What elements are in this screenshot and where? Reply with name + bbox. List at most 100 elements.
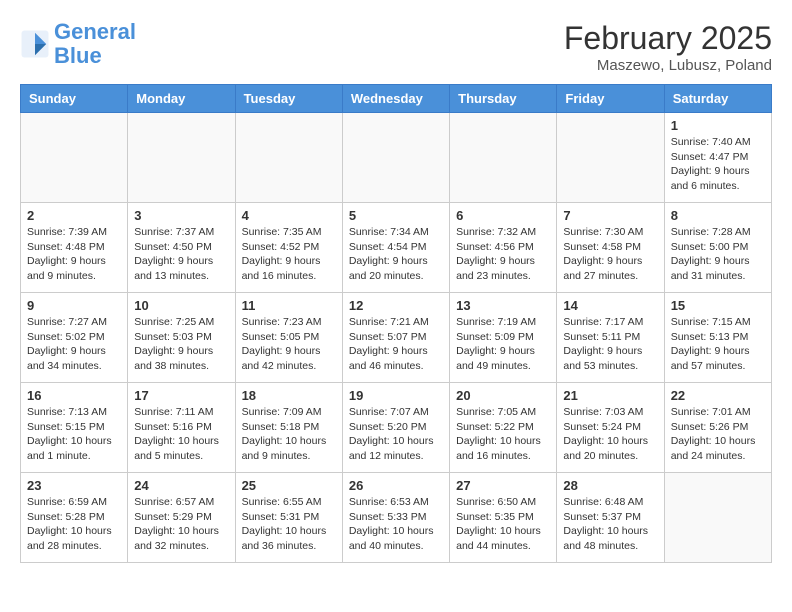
day-number: 4: [242, 208, 336, 223]
day-cell: [664, 473, 771, 563]
day-cell: 10 Sunrise: 7:25 AM Sunset: 5:03 PM Dayli…: [128, 293, 235, 383]
location-subtitle: Maszewo, Lubusz, Poland: [564, 57, 772, 74]
day-number: 24: [134, 478, 228, 493]
day-cell: 25 Sunrise: 6:55 AM Sunset: 5:31 PM Dayli…: [235, 473, 342, 563]
day-cell: [450, 113, 557, 203]
day-info: Sunrise: 7:13 AM Sunset: 5:15 PM Dayligh…: [27, 405, 121, 464]
weekday-header-tuesday: Tuesday: [235, 85, 342, 113]
day-cell: 5 Sunrise: 7:34 AM Sunset: 4:54 PM Daylig…: [342, 203, 449, 293]
day-number: 9: [27, 298, 121, 313]
day-info: Sunrise: 7:37 AM Sunset: 4:50 PM Dayligh…: [134, 225, 228, 284]
day-cell: [128, 113, 235, 203]
day-info: Sunrise: 6:57 AM Sunset: 5:29 PM Dayligh…: [134, 495, 228, 554]
day-info: Sunrise: 7:30 AM Sunset: 4:58 PM Dayligh…: [563, 225, 657, 284]
day-cell: [557, 113, 664, 203]
weekday-header-monday: Monday: [128, 85, 235, 113]
day-number: 15: [671, 298, 765, 313]
weekday-header-saturday: Saturday: [664, 85, 771, 113]
day-info: Sunrise: 7:15 AM Sunset: 5:13 PM Dayligh…: [671, 315, 765, 374]
day-info: Sunrise: 6:48 AM Sunset: 5:37 PM Dayligh…: [563, 495, 657, 554]
logo-icon: [20, 29, 50, 59]
day-cell: [235, 113, 342, 203]
day-number: 12: [349, 298, 443, 313]
day-cell: 1 Sunrise: 7:40 AM Sunset: 4:47 PM Daylig…: [664, 113, 771, 203]
logo-text: General Blue: [54, 20, 136, 68]
day-cell: 24 Sunrise: 6:57 AM Sunset: 5:29 PM Dayli…: [128, 473, 235, 563]
day-number: 10: [134, 298, 228, 313]
weekday-header-thursday: Thursday: [450, 85, 557, 113]
day-number: 18: [242, 388, 336, 403]
day-number: 17: [134, 388, 228, 403]
logo: General Blue: [20, 20, 136, 68]
day-number: 23: [27, 478, 121, 493]
day-cell: 19 Sunrise: 7:07 AM Sunset: 5:20 PM Dayli…: [342, 383, 449, 473]
weekday-header-row: SundayMondayTuesdayWednesdayThursdayFrid…: [21, 85, 772, 113]
day-cell: 7 Sunrise: 7:30 AM Sunset: 4:58 PM Daylig…: [557, 203, 664, 293]
day-cell: 22 Sunrise: 7:01 AM Sunset: 5:26 PM Dayli…: [664, 383, 771, 473]
day-cell: 13 Sunrise: 7:19 AM Sunset: 5:09 PM Dayli…: [450, 293, 557, 383]
day-cell: 17 Sunrise: 7:11 AM Sunset: 5:16 PM Dayli…: [128, 383, 235, 473]
day-info: Sunrise: 7:27 AM Sunset: 5:02 PM Dayligh…: [27, 315, 121, 374]
month-title: February 2025: [564, 20, 772, 57]
day-number: 3: [134, 208, 228, 223]
day-number: 28: [563, 478, 657, 493]
day-number: 5: [349, 208, 443, 223]
week-row-5: 23 Sunrise: 6:59 AM Sunset: 5:28 PM Dayli…: [21, 473, 772, 563]
day-number: 1: [671, 118, 765, 133]
day-cell: 2 Sunrise: 7:39 AM Sunset: 4:48 PM Daylig…: [21, 203, 128, 293]
day-info: Sunrise: 7:07 AM Sunset: 5:20 PM Dayligh…: [349, 405, 443, 464]
day-info: Sunrise: 7:28 AM Sunset: 5:00 PM Dayligh…: [671, 225, 765, 284]
day-info: Sunrise: 7:03 AM Sunset: 5:24 PM Dayligh…: [563, 405, 657, 464]
day-number: 21: [563, 388, 657, 403]
day-info: Sunrise: 6:50 AM Sunset: 5:35 PM Dayligh…: [456, 495, 550, 554]
page-header: General Blue February 2025 Maszewo, Lubu…: [20, 20, 772, 74]
day-number: 13: [456, 298, 550, 313]
weekday-header-sunday: Sunday: [21, 85, 128, 113]
week-row-1: 1 Sunrise: 7:40 AM Sunset: 4:47 PM Daylig…: [21, 113, 772, 203]
day-number: 16: [27, 388, 121, 403]
day-number: 20: [456, 388, 550, 403]
day-info: Sunrise: 7:34 AM Sunset: 4:54 PM Dayligh…: [349, 225, 443, 284]
day-cell: 3 Sunrise: 7:37 AM Sunset: 4:50 PM Daylig…: [128, 203, 235, 293]
day-info: Sunrise: 7:01 AM Sunset: 5:26 PM Dayligh…: [671, 405, 765, 464]
day-info: Sunrise: 7:25 AM Sunset: 5:03 PM Dayligh…: [134, 315, 228, 374]
day-number: 11: [242, 298, 336, 313]
day-cell: 23 Sunrise: 6:59 AM Sunset: 5:28 PM Dayli…: [21, 473, 128, 563]
day-number: 22: [671, 388, 765, 403]
day-number: 14: [563, 298, 657, 313]
day-info: Sunrise: 7:40 AM Sunset: 4:47 PM Dayligh…: [671, 135, 765, 194]
day-info: Sunrise: 7:23 AM Sunset: 5:05 PM Dayligh…: [242, 315, 336, 374]
day-info: Sunrise: 7:19 AM Sunset: 5:09 PM Dayligh…: [456, 315, 550, 374]
day-info: Sunrise: 7:21 AM Sunset: 5:07 PM Dayligh…: [349, 315, 443, 374]
week-row-3: 9 Sunrise: 7:27 AM Sunset: 5:02 PM Daylig…: [21, 293, 772, 383]
day-info: Sunrise: 6:53 AM Sunset: 5:33 PM Dayligh…: [349, 495, 443, 554]
day-info: Sunrise: 7:11 AM Sunset: 5:16 PM Dayligh…: [134, 405, 228, 464]
day-cell: 11 Sunrise: 7:23 AM Sunset: 5:05 PM Dayli…: [235, 293, 342, 383]
day-number: 19: [349, 388, 443, 403]
day-number: 2: [27, 208, 121, 223]
day-number: 26: [349, 478, 443, 493]
day-cell: [21, 113, 128, 203]
day-cell: 20 Sunrise: 7:05 AM Sunset: 5:22 PM Dayli…: [450, 383, 557, 473]
title-block: February 2025 Maszewo, Lubusz, Poland: [564, 20, 772, 74]
day-info: Sunrise: 6:55 AM Sunset: 5:31 PM Dayligh…: [242, 495, 336, 554]
day-info: Sunrise: 6:59 AM Sunset: 5:28 PM Dayligh…: [27, 495, 121, 554]
day-info: Sunrise: 7:39 AM Sunset: 4:48 PM Dayligh…: [27, 225, 121, 284]
day-cell: 6Sunrise: 7:32 AM Sunset: 4:56 PM Daylig…: [450, 203, 557, 293]
weekday-header-wednesday: Wednesday: [342, 85, 449, 113]
day-number: 8: [671, 208, 765, 223]
day-info: Sunrise: 7:05 AM Sunset: 5:22 PM Dayligh…: [456, 405, 550, 464]
day-number: 7: [563, 208, 657, 223]
day-cell: 8 Sunrise: 7:28 AM Sunset: 5:00 PM Daylig…: [664, 203, 771, 293]
day-info: Sunrise: 7:35 AM Sunset: 4:52 PM Dayligh…: [242, 225, 336, 284]
weekday-header-friday: Friday: [557, 85, 664, 113]
day-cell: 14Sunrise: 7:17 AM Sunset: 5:11 PM Dayli…: [557, 293, 664, 383]
calendar-table: SundayMondayTuesdayWednesdayThursdayFrid…: [20, 84, 772, 563]
week-row-2: 2 Sunrise: 7:39 AM Sunset: 4:48 PM Daylig…: [21, 203, 772, 293]
day-info: Sunrise: 7:09 AM Sunset: 5:18 PM Dayligh…: [242, 405, 336, 464]
day-cell: 12 Sunrise: 7:21 AM Sunset: 5:07 PM Dayli…: [342, 293, 449, 383]
day-number: 6: [456, 208, 550, 223]
day-number: 25: [242, 478, 336, 493]
week-row-4: 16 Sunrise: 7:13 AM Sunset: 5:15 PM Dayli…: [21, 383, 772, 473]
day-cell: 15 Sunrise: 7:15 AM Sunset: 5:13 PM Dayli…: [664, 293, 771, 383]
